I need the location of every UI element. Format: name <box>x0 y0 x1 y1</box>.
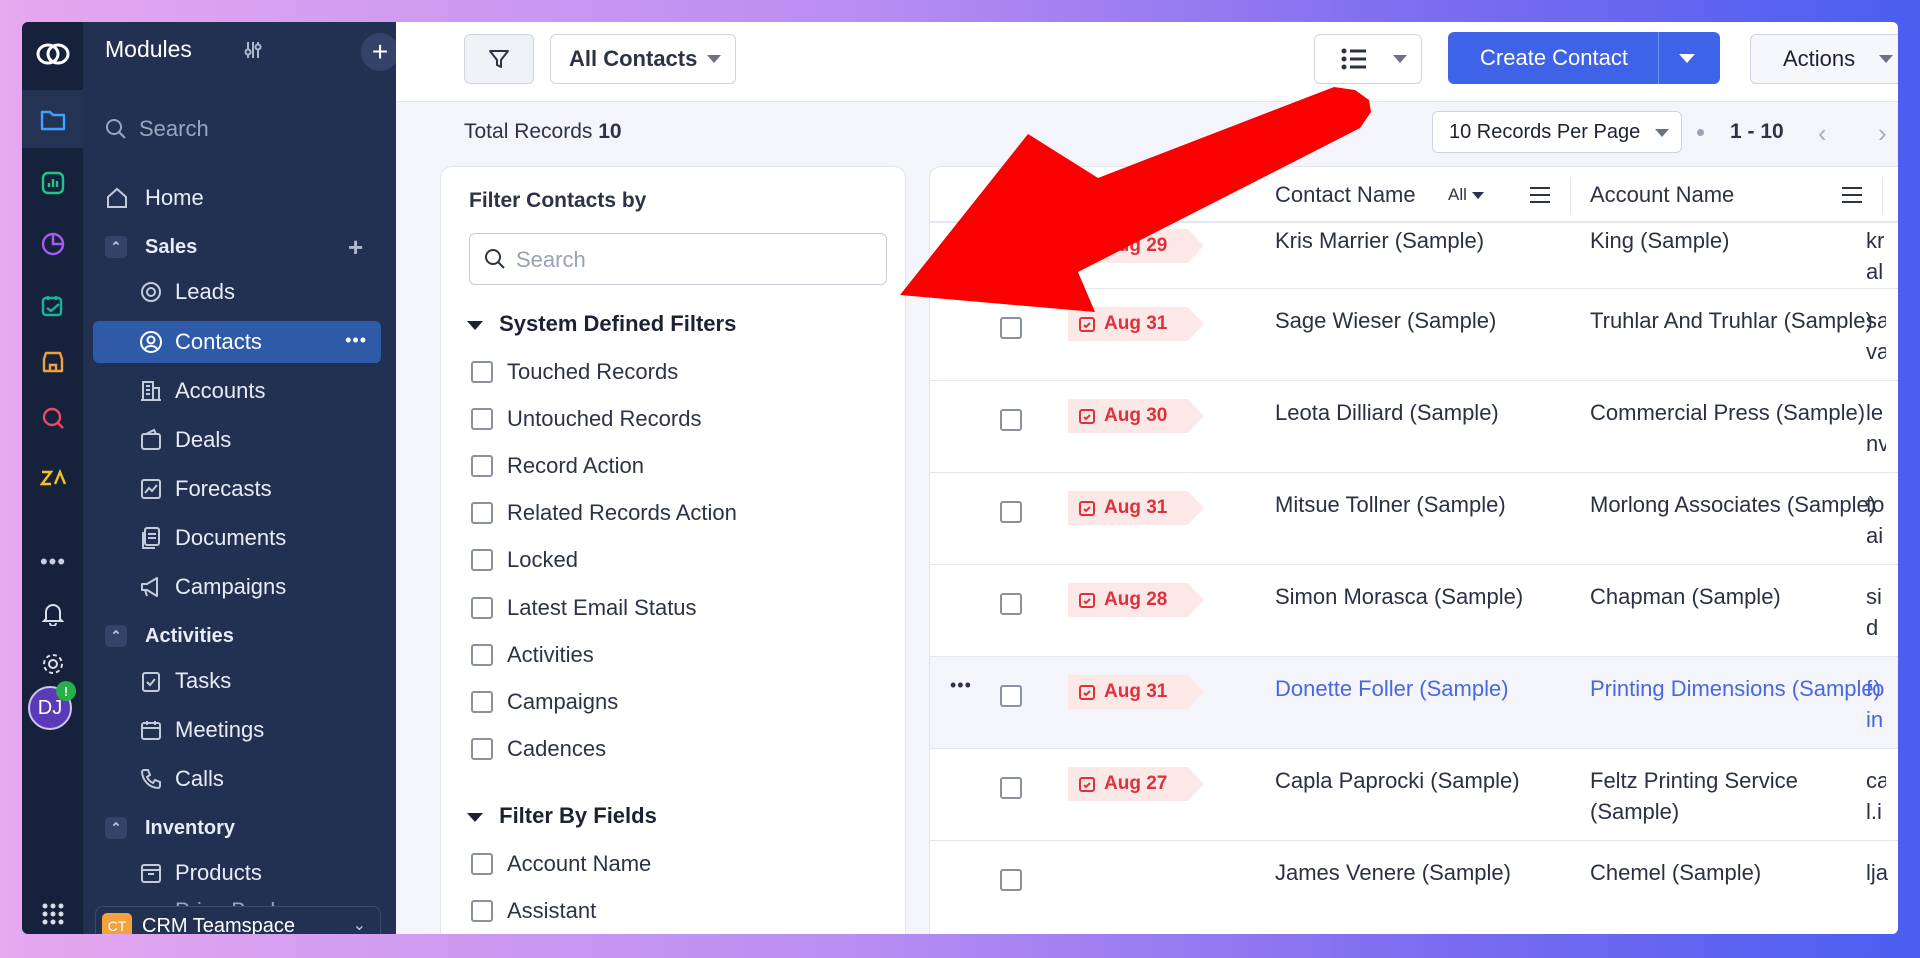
annotation-arrow <box>900 87 1371 312</box>
